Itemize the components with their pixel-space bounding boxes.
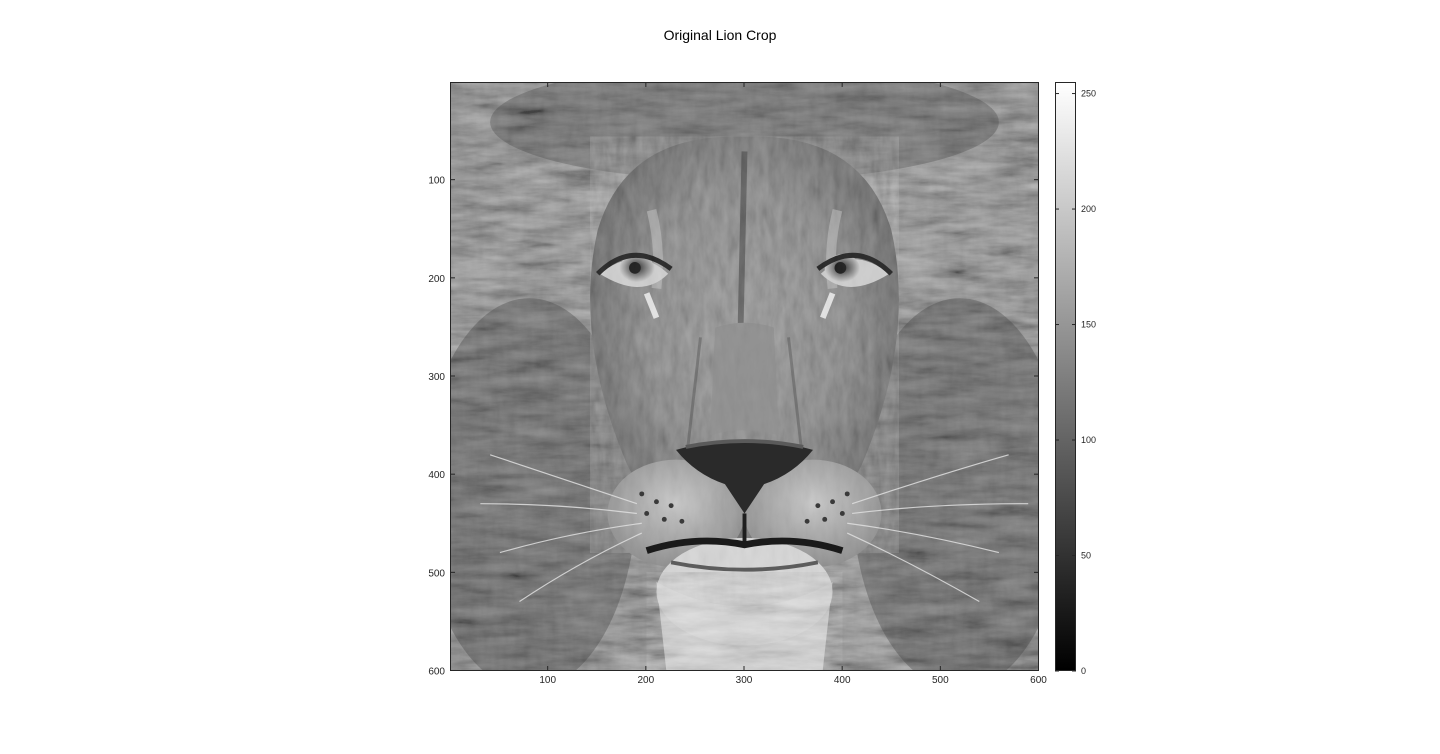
- y-tick-label: 500: [428, 568, 445, 579]
- chart-title: Original Lion Crop: [663, 27, 777, 43]
- colorbar-tick-label: 150: [1081, 320, 1096, 330]
- lion-image: [451, 83, 1038, 670]
- y-tick-label: 300: [428, 372, 445, 383]
- colorbar-tick-label: 200: [1081, 204, 1096, 214]
- y-tick-label: 200: [428, 274, 445, 285]
- x-tick-label: 500: [932, 675, 949, 686]
- x-tick-label: 300: [736, 675, 753, 686]
- x-tick-label: 600: [1030, 675, 1047, 686]
- colorbar: [1055, 82, 1076, 671]
- x-tick-label: 100: [539, 675, 556, 686]
- y-tick-label: 600: [428, 667, 445, 678]
- colorbar-tick-label: 50: [1081, 551, 1091, 561]
- image-axes: [450, 82, 1039, 671]
- colorbar-tick-label: 100: [1081, 435, 1096, 445]
- y-tick-label: 100: [428, 176, 445, 187]
- x-tick-label: 200: [637, 675, 654, 686]
- x-tick-label: 400: [834, 675, 851, 686]
- colorbar-tick-label: 250: [1081, 89, 1096, 99]
- colorbar-tick-label: 0: [1081, 666, 1086, 676]
- figure: Original Lion Crop 100 200 300 400 500 6…: [0, 0, 1440, 754]
- y-tick-label: 400: [428, 470, 445, 481]
